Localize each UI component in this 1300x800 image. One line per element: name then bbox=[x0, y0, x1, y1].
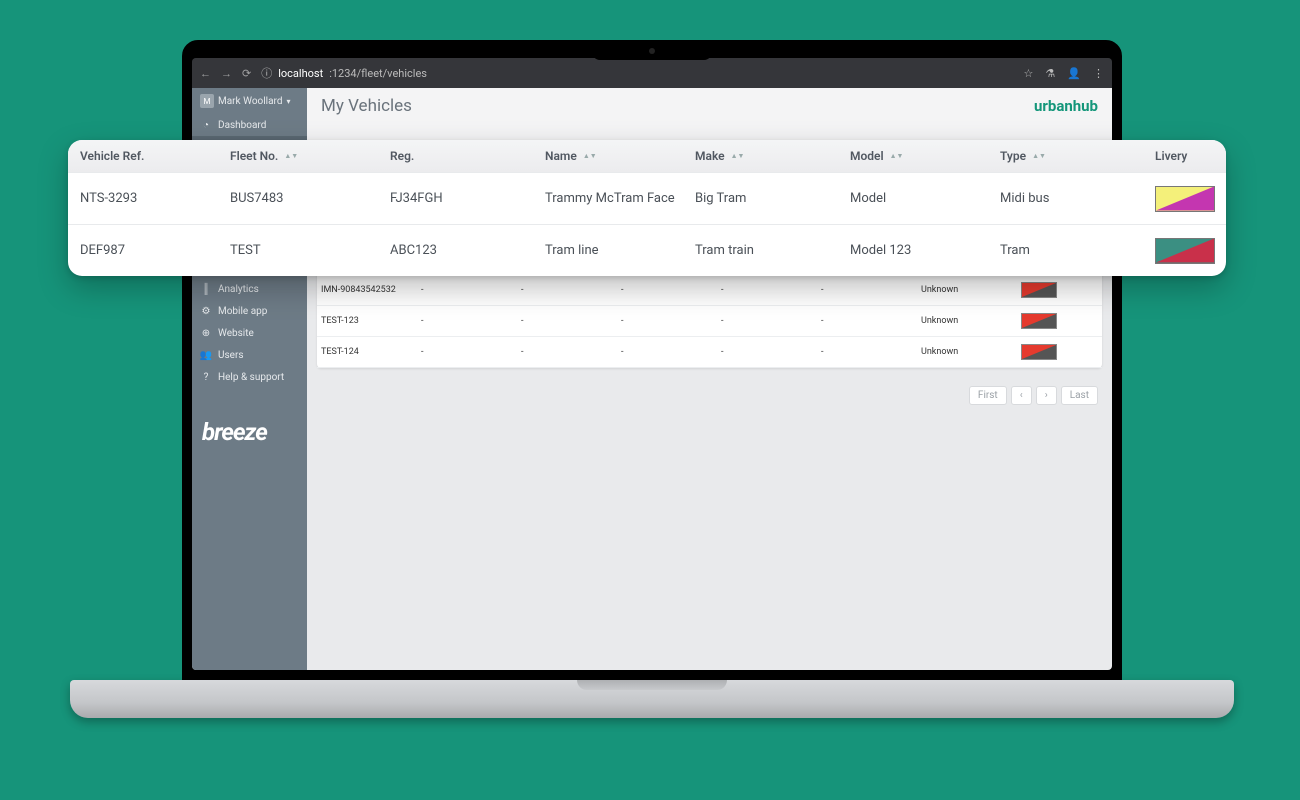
col-vehicle-ref[interactable]: Vehicle Ref. bbox=[80, 149, 230, 163]
camera-icon bbox=[649, 48, 655, 54]
profile-icon[interactable]: 👤 bbox=[1067, 67, 1081, 80]
browser-back-button[interactable]: ← bbox=[200, 67, 211, 80]
table-row[interactable]: TEST-123-----Unknown bbox=[317, 306, 1102, 337]
chevron-down-icon: ▾ bbox=[286, 97, 290, 106]
user-menu[interactable]: M Mark Woollard ▾ bbox=[192, 88, 307, 114]
sidebar-icon: ║ bbox=[200, 283, 212, 295]
sidebar-icon: ? bbox=[200, 371, 212, 383]
col-reg[interactable]: Reg. bbox=[390, 149, 545, 163]
table-row[interactable]: IMN-90843542532-----Unknown bbox=[317, 275, 1102, 306]
sidebar-item-users[interactable]: 👥 Users bbox=[192, 344, 307, 366]
sidebar-icon: 👥 bbox=[200, 349, 212, 361]
breeze-logo: breeze bbox=[192, 408, 307, 456]
page-prev-button[interactable]: ‹ bbox=[1011, 386, 1032, 405]
extensions-icon[interactable]: ⚗ bbox=[1045, 67, 1055, 80]
sort-icon[interactable]: ▲▼ bbox=[284, 154, 298, 158]
livery-swatch bbox=[1021, 313, 1057, 329]
sort-icon[interactable]: ▲▼ bbox=[890, 154, 904, 158]
brand-logo: urbanhub bbox=[1034, 97, 1098, 115]
sidebar-item-help-&-support[interactable]: ? Help & support bbox=[192, 366, 307, 388]
url-host: localhost bbox=[278, 67, 323, 80]
address-bar[interactable]: ⓘ localhost :1234/fleet/vehicles bbox=[261, 65, 1013, 81]
browser-chrome: ← → ⟳ ⓘ localhost:1234/fleet/vehicles ☆ … bbox=[192, 58, 1112, 88]
page-first-button[interactable]: First bbox=[969, 386, 1007, 405]
sidebar-label: Dashboard bbox=[218, 120, 266, 131]
screen-bezel: ← → ⟳ ⓘ localhost:1234/fleet/vehicles ☆ … bbox=[182, 40, 1122, 680]
col-fleet[interactable]: Fleet No.▲▼ bbox=[230, 149, 390, 163]
col-type[interactable]: Type▲▼ bbox=[1000, 149, 1155, 163]
sort-icon[interactable]: ▲▼ bbox=[731, 154, 745, 158]
zoom-row[interactable]: DEF987TESTABC123Tram lineTram trainModel… bbox=[68, 224, 1226, 276]
col-name[interactable]: Name▲▼ bbox=[545, 149, 695, 163]
sidebar-item-mobile-app[interactable]: ⚙ Mobile app bbox=[192, 300, 307, 322]
livery-swatch bbox=[1021, 344, 1057, 360]
zoom-row[interactable]: NTS-3293BUS7483FJ34FGHTrammy McTram Face… bbox=[68, 172, 1226, 224]
avatar: M bbox=[200, 94, 214, 108]
sidebar-icon: ⚙ bbox=[200, 305, 212, 317]
livery-swatch bbox=[1155, 186, 1215, 212]
user-name: Mark Woollard bbox=[218, 96, 282, 107]
sidebar-label: Analytics bbox=[218, 284, 259, 295]
notch bbox=[592, 42, 712, 60]
zoom-header-row: Vehicle Ref. Fleet No.▲▼ Reg. Name▲▼ Mak… bbox=[68, 140, 1226, 172]
sidebar-label: Help & support bbox=[218, 372, 284, 383]
page-last-button[interactable]: Last bbox=[1061, 386, 1098, 405]
page-next-button[interactable]: › bbox=[1036, 386, 1057, 405]
laptop-base bbox=[70, 680, 1234, 718]
browser-reload-button[interactable]: ⟳ bbox=[242, 67, 251, 80]
url-path: :1234/fleet/vehicles bbox=[329, 67, 427, 80]
col-model[interactable]: Model▲▼ bbox=[850, 149, 1000, 163]
bookmark-icon[interactable]: ☆ bbox=[1024, 67, 1034, 80]
table-row[interactable]: TEST-124-----Unknown bbox=[317, 337, 1102, 368]
livery-swatch bbox=[1021, 282, 1057, 298]
sidebar-item-dashboard[interactable]: ◔ Dashboard bbox=[192, 114, 307, 136]
sidebar-label: Users bbox=[218, 350, 244, 361]
livery-swatch bbox=[1155, 238, 1215, 264]
site-info-icon[interactable]: ⓘ bbox=[261, 65, 272, 81]
col-make[interactable]: Make▲▼ bbox=[695, 149, 850, 163]
sort-icon[interactable]: ▲▼ bbox=[583, 154, 597, 158]
sidebar-icon: ⊕ bbox=[200, 327, 212, 339]
sidebar-item-analytics[interactable]: ║ Analytics bbox=[192, 278, 307, 300]
sidebar-item-website[interactable]: ⊕ Website bbox=[192, 322, 307, 344]
page-title: My Vehicles bbox=[321, 96, 412, 116]
browser-forward-button[interactable]: → bbox=[221, 67, 232, 80]
zoom-callout: Vehicle Ref. Fleet No.▲▼ Reg. Name▲▼ Mak… bbox=[68, 140, 1226, 276]
pagination: First ‹ › Last bbox=[307, 378, 1112, 413]
browser-menu-icon[interactable]: ⋮ bbox=[1093, 67, 1104, 80]
sidebar-label: Website bbox=[218, 328, 254, 339]
sidebar-icon: ◔ bbox=[200, 119, 212, 131]
col-livery: Livery bbox=[1155, 149, 1226, 163]
sort-icon[interactable]: ▲▼ bbox=[1032, 154, 1046, 158]
sidebar-label: Mobile app bbox=[218, 306, 267, 317]
